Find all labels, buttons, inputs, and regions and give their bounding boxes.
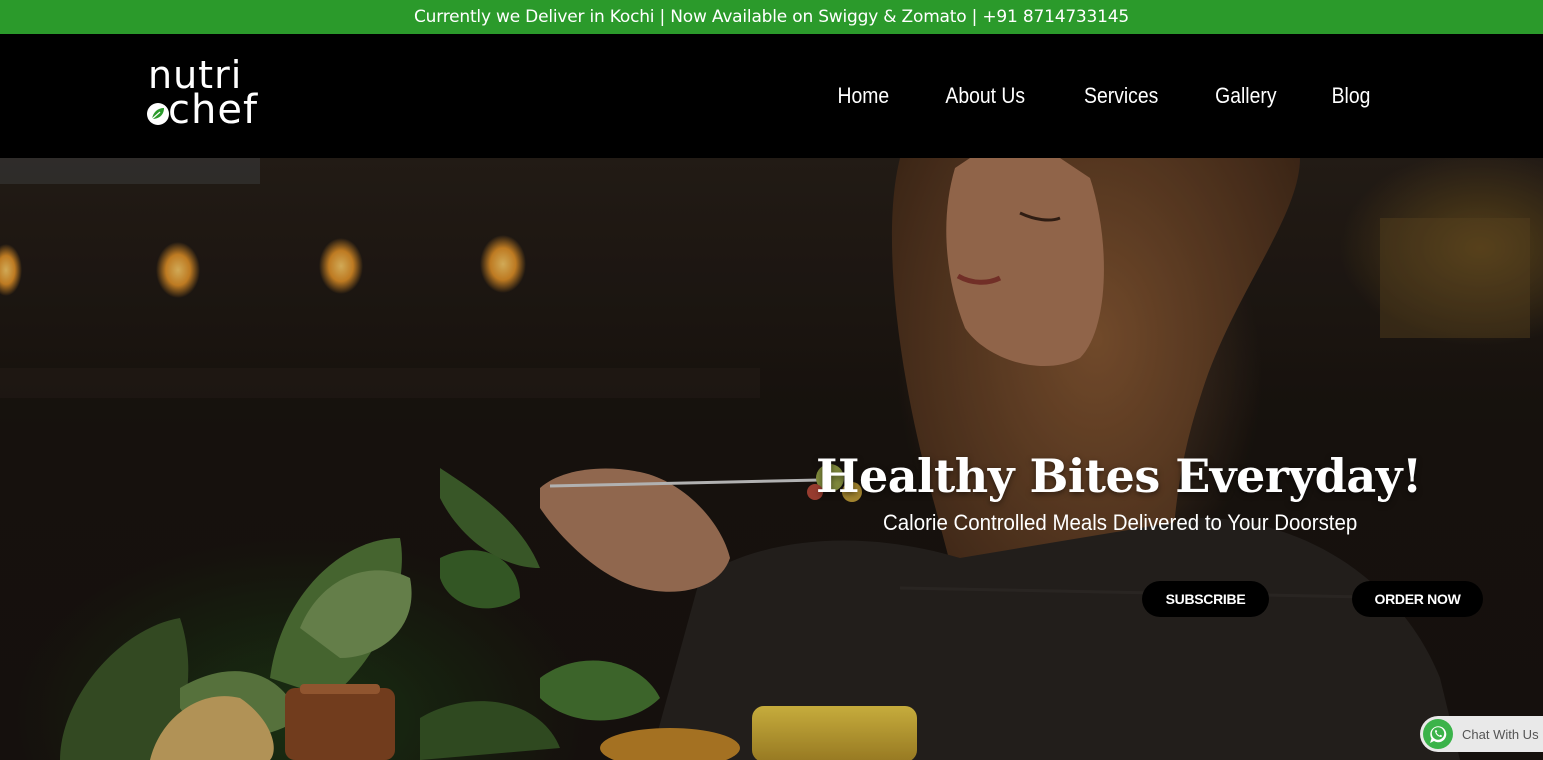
nav-item-gallery[interactable]: Gallery [1215,83,1276,109]
subscribe-button[interactable]: SUBSCRIBE [1142,581,1269,617]
logo-text-line2: chef [168,87,259,133]
nav-item-home[interactable]: Home [837,83,889,109]
nav-item-blog[interactable]: Blog [1332,83,1371,109]
whatsapp-icon [1423,719,1453,749]
nav-item-about-us[interactable]: About Us [946,83,1026,109]
order-now-button[interactable]: ORDER NOW [1352,581,1483,617]
site-header: nutri chef Home About Us Services Galler… [0,34,1543,158]
chat-with-us-label: Chat With Us [1462,726,1539,742]
hero-title: Healthy Bites Everyday! [816,448,1422,503]
leaf-icon [147,103,169,125]
chat-with-us-widget[interactable]: Chat With Us [1420,716,1543,752]
main-nav: Home About Us Services Gallery Blog [834,34,1373,158]
nav-item-services[interactable]: Services [1084,83,1158,109]
nutrichef-logo[interactable]: nutri chef [146,54,286,138]
hero-banner: Healthy Bites Everyday! Calorie Controll… [0,158,1543,760]
hero-subtitle: Calorie Controlled Meals Delivered to Yo… [883,510,1358,535]
announcement-bar: Currently we Deliver in Kochi | Now Avai… [0,0,1543,34]
announcement-text: Currently we Deliver in Kochi | Now Avai… [413,7,1130,27]
